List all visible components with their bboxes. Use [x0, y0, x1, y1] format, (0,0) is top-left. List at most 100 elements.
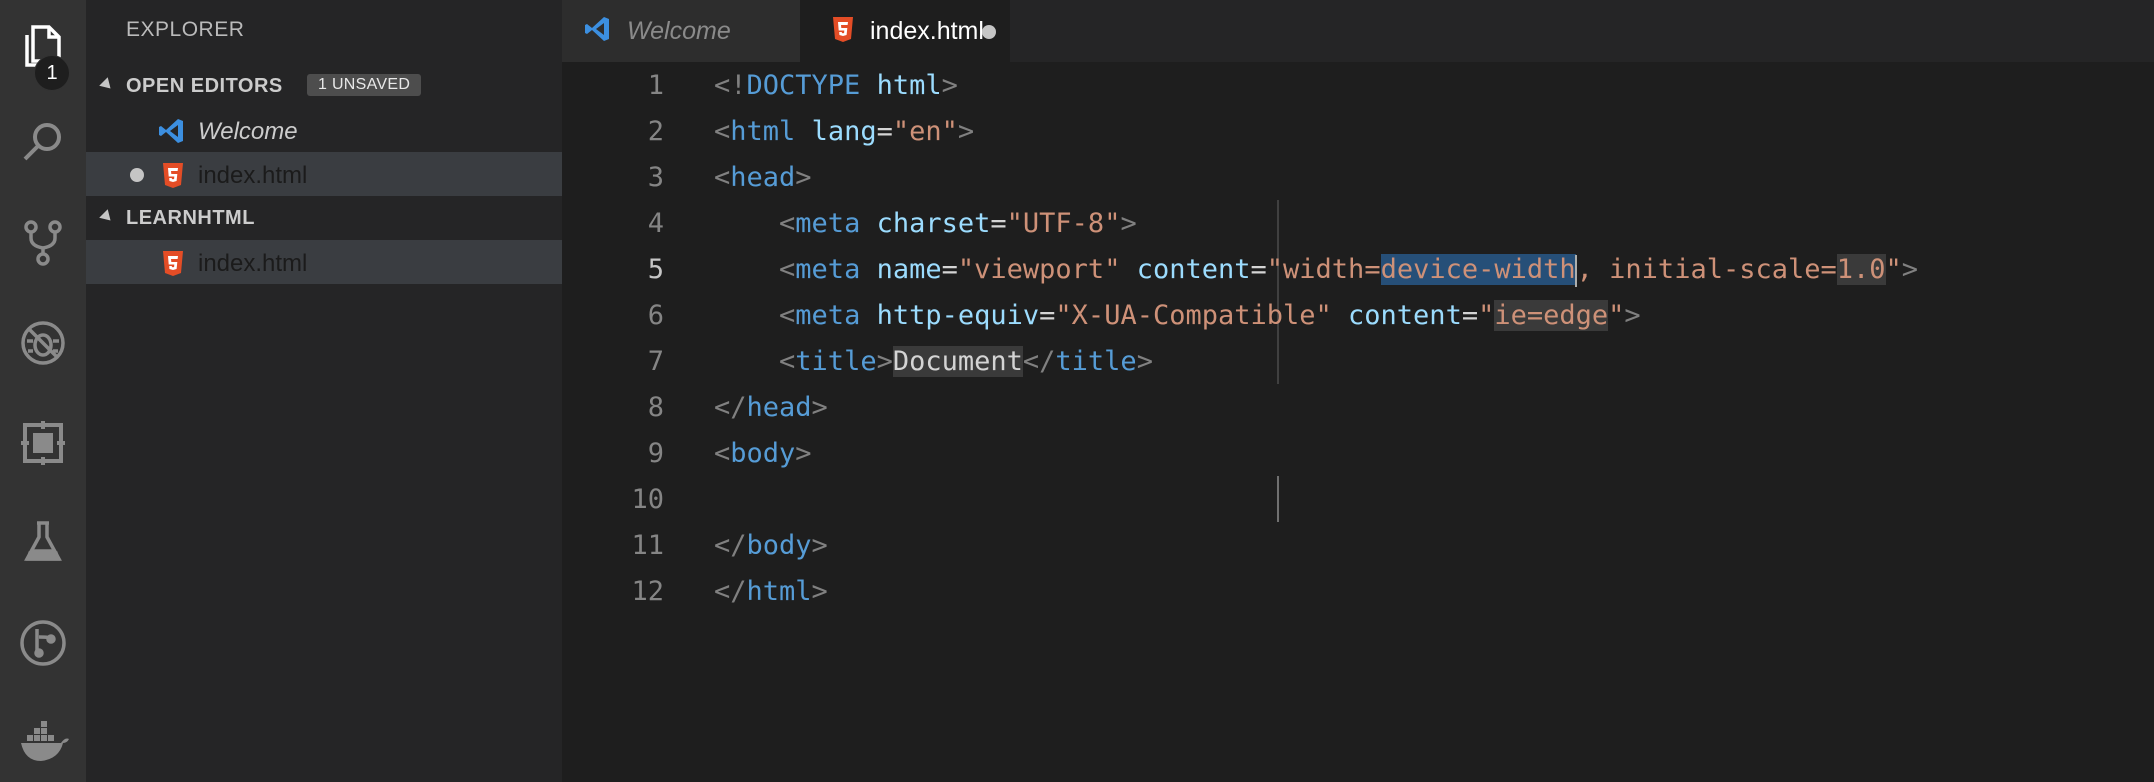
test-icon[interactable]	[0, 508, 86, 578]
token: content	[1348, 300, 1462, 331]
line-number: 3	[647, 162, 664, 193]
token: head	[730, 162, 796, 193]
code-line[interactable]: 10	[562, 478, 2154, 524]
token: <	[779, 346, 796, 377]
extensions-icon[interactable]	[0, 408, 86, 478]
token: meta	[795, 254, 861, 285]
editor-tab-bar: Welcome index.html	[562, 0, 2154, 62]
sidebar-title: EXPLORER	[126, 18, 245, 41]
token: DOCTYPE	[746, 70, 861, 101]
token: >	[941, 70, 958, 101]
token: "X-UA-Compatible"	[1055, 300, 1332, 331]
token: >	[1901, 254, 1919, 285]
debug-icon[interactable]	[0, 308, 86, 378]
code-line[interactable]: 11 </body>	[562, 524, 2154, 570]
vscode-window: 1 EXPLORER OPEN EDITORS 1 UNSAVED Welcom…	[0, 0, 2154, 782]
token: head	[746, 392, 812, 423]
code-text: <meta http-equiv="X-UA-Compatible" conte…	[714, 300, 1641, 331]
code-line[interactable]: 3 <head>	[562, 156, 2154, 202]
code-line[interactable]: 9 <body>	[562, 432, 2154, 478]
token: html	[746, 576, 812, 607]
token: >	[957, 116, 975, 147]
line-number: 4	[647, 208, 664, 239]
code-editor[interactable]: 1 <!DOCTYPE html> 2 <html lang="en"> 3 <…	[562, 62, 2154, 782]
code-text: <meta name="viewport" content="width=dev…	[714, 254, 1918, 287]
tab-index-html[interactable]: index.html	[800, 0, 1010, 62]
code-line-current[interactable]: 5 <meta name="viewport" content="width=d…	[562, 248, 2154, 294]
token: <	[779, 254, 796, 285]
code-text: <html lang="en">	[714, 116, 974, 147]
line-number: 6	[647, 300, 664, 331]
token: charset	[876, 208, 991, 239]
open-editor-item-welcome[interactable]: Welcome	[86, 108, 562, 152]
token: "	[1608, 300, 1625, 331]
code-text: <body>	[714, 438, 812, 469]
token: <!	[714, 70, 747, 101]
line-number: 8	[647, 392, 664, 423]
line-number: 12	[631, 576, 664, 607]
git-graph-icon[interactable]	[0, 608, 86, 678]
code-text: </body>	[714, 530, 828, 561]
token: >	[811, 530, 828, 561]
token: </	[714, 530, 747, 561]
code-line[interactable]: 2 <html lang="en">	[562, 110, 2154, 156]
code-line[interactable]: 8 </head>	[562, 386, 2154, 432]
token: =	[941, 254, 958, 285]
token: html	[730, 116, 796, 147]
unsaved-dot-icon[interactable]	[982, 25, 996, 39]
folder-header-learnhtml[interactable]: LEARNHTML	[86, 196, 562, 240]
code-line[interactable]: 6 <meta http-equiv="X-UA-Compatible" con…	[562, 294, 2154, 340]
token: =	[1461, 300, 1479, 331]
code-line[interactable]: 1 <!DOCTYPE html>	[562, 64, 2154, 110]
token: "	[1478, 300, 1495, 331]
folder-item-label: index.html	[198, 250, 308, 277]
explorer-icon[interactable]: 1	[0, 10, 86, 91]
token: </	[714, 392, 747, 423]
token: <	[779, 208, 796, 239]
token: =	[1039, 300, 1056, 331]
token: "UTF-8"	[1006, 208, 1121, 239]
vscode-icon	[159, 119, 183, 143]
code-line[interactable]: 12 </html>	[562, 570, 2154, 616]
code-text: </head>	[714, 392, 828, 423]
code-text: <title>Document</title>	[714, 346, 1153, 377]
docker-icon[interactable]	[0, 708, 86, 778]
token: <	[779, 300, 796, 331]
search-icon[interactable]	[0, 108, 86, 178]
line-number: 11	[631, 530, 664, 561]
chevron-down-icon	[99, 77, 115, 93]
line-number: 10	[631, 484, 664, 515]
code-text: <!DOCTYPE html>	[714, 70, 958, 101]
token: title	[1055, 346, 1137, 377]
token: "en"	[892, 116, 958, 147]
explorer-badge: 1	[34, 55, 70, 91]
line-number: 7	[647, 346, 664, 377]
folder-title: LEARNHTML	[126, 206, 255, 229]
activity-bar: 1	[0, 0, 86, 782]
source-control-icon[interactable]	[0, 208, 86, 278]
token: =	[1250, 254, 1267, 285]
token: "	[1885, 254, 1902, 285]
token: </	[1022, 346, 1056, 377]
code-line[interactable]: 4 <meta charset="UTF-8">	[562, 202, 2154, 248]
line-number: 1	[647, 70, 664, 101]
open-editors-header[interactable]: OPEN EDITORS 1 UNSAVED	[86, 64, 562, 108]
code-line[interactable]: 7 <title>Document</title>	[562, 340, 2154, 386]
tab-welcome[interactable]: Welcome	[562, 0, 800, 62]
token: body	[746, 530, 812, 561]
line-number: 9	[647, 438, 664, 469]
token: =	[990, 208, 1007, 239]
token: <	[714, 162, 731, 193]
open-editor-item-index[interactable]: index.html	[86, 152, 562, 196]
token: body	[730, 438, 796, 469]
token: ie=edge	[1494, 300, 1609, 331]
code-text: <head>	[714, 162, 812, 193]
folder-item-index[interactable]: index.html	[86, 240, 562, 284]
